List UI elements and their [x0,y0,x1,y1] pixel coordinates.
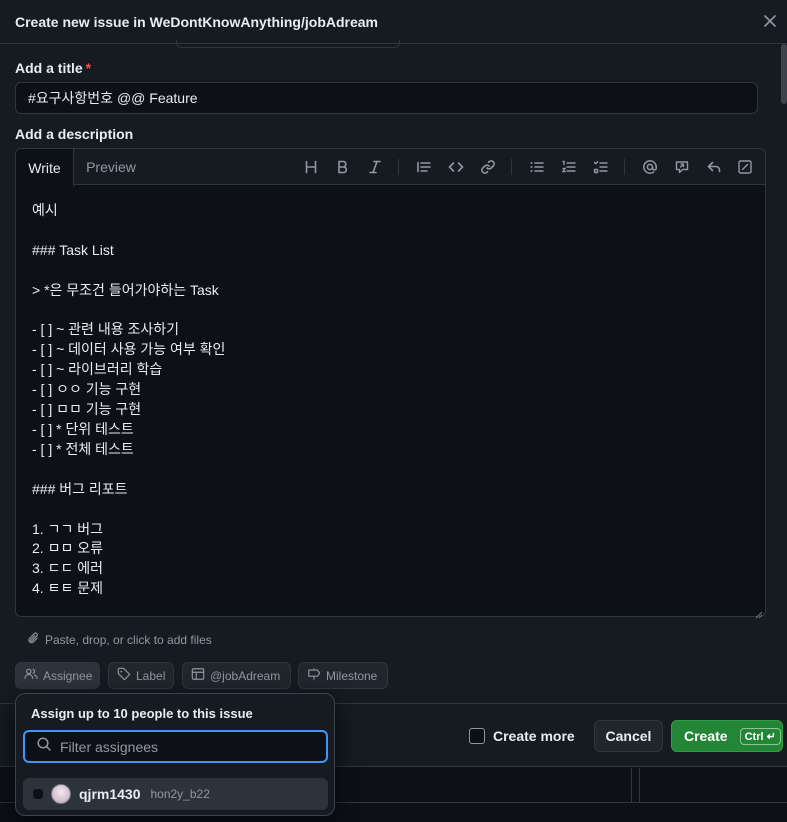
create-more-toggle[interactable]: Create more [469,728,575,744]
attach-files[interactable]: Paste, drop, or click to add files [27,632,212,648]
unordered-list-icon[interactable] [527,157,547,177]
quote-icon[interactable] [414,157,434,177]
dialog-header: Create new issue in WeDontKnowAnything/j… [0,0,787,44]
link-icon[interactable] [478,157,498,177]
heading-icon[interactable] [301,157,321,177]
description-label: Add a description [15,126,134,142]
people-icon [24,667,38,684]
create-issue-dialog: Create new issue in WeDontKnowAnything/j… [0,0,787,767]
code-icon[interactable] [446,157,466,177]
filter-assignees-field[interactable] [23,730,328,763]
assignee-button[interactable]: Assignee [15,662,100,689]
select-checkbox[interactable] [33,789,43,799]
assignee-option[interactable]: qjrm1430 hon2y_b22 [23,778,328,810]
popover-title: Assign up to 10 people to this issue [31,706,253,721]
dialog-scrollbar[interactable] [781,44,787,704]
cancel-button[interactable]: Cancel [594,720,663,752]
toolbar-divider [511,159,512,175]
create-more-checkbox[interactable] [469,728,485,744]
toolbar-divider [398,159,399,175]
template-selector-edge [176,40,400,48]
tag-icon [117,667,131,684]
search-icon [36,736,52,757]
project-button[interactable]: @jobAdream [182,662,291,689]
divider [631,768,632,802]
description-editor: Write Preview 예시 ### Task List > *은 무조건 … [15,148,766,619]
title-input[interactable] [15,82,758,114]
label-button[interactable]: Label [108,662,174,689]
close-icon[interactable] [761,12,779,30]
tab-write[interactable]: Write [16,149,74,186]
mention-icon[interactable] [640,157,660,177]
create-button[interactable]: Create Ctrl ↵ [671,720,783,752]
milestone-button[interactable]: Milestone [298,662,388,689]
project-label: @jobAdream [210,668,281,683]
toolbar-divider [624,159,625,175]
keyboard-shortcut: Ctrl ↵ [739,727,781,745]
tab-preview[interactable]: Preview [74,149,148,185]
table-icon [191,667,205,684]
paperclip-icon [27,632,40,648]
editor-toolbar: Write Preview [16,149,765,186]
reply-icon[interactable] [704,157,724,177]
resize-handle-icon[interactable] [755,606,763,619]
description-textarea[interactable]: 예시 ### Task List > *은 무조건 들어가야하는 Task - … [32,201,732,599]
scrollbar-thumb[interactable] [781,44,787,104]
create-label: Create [684,728,728,744]
reference-icon[interactable] [672,157,692,177]
bold-icon[interactable] [333,157,353,177]
filter-assignees-input[interactable] [60,738,310,755]
user-name: qjrm1430 [79,786,141,802]
fullscreen-icon[interactable] [735,157,755,177]
assignee-popover: Assign up to 10 people to this issue qjr… [15,693,335,816]
attach-label: Paste, drop, or click to add files [45,633,212,647]
task-list-icon[interactable] [591,157,611,177]
user-handle: hon2y_b22 [150,787,210,801]
create-more-label: Create more [493,728,575,744]
italic-icon[interactable] [365,157,385,177]
divider [639,768,640,802]
milestone-icon [307,667,321,684]
assignee-label: Assignee [43,668,93,683]
title-label: Add a title * [15,60,92,76]
required-mark: * [85,60,92,76]
ordered-list-icon[interactable] [559,157,579,177]
milestone-label: Milestone [326,668,378,683]
avatar [51,784,71,804]
label-label: Label [136,668,166,683]
dialog-title: Create new issue in WeDontKnowAnything/j… [15,13,379,30]
